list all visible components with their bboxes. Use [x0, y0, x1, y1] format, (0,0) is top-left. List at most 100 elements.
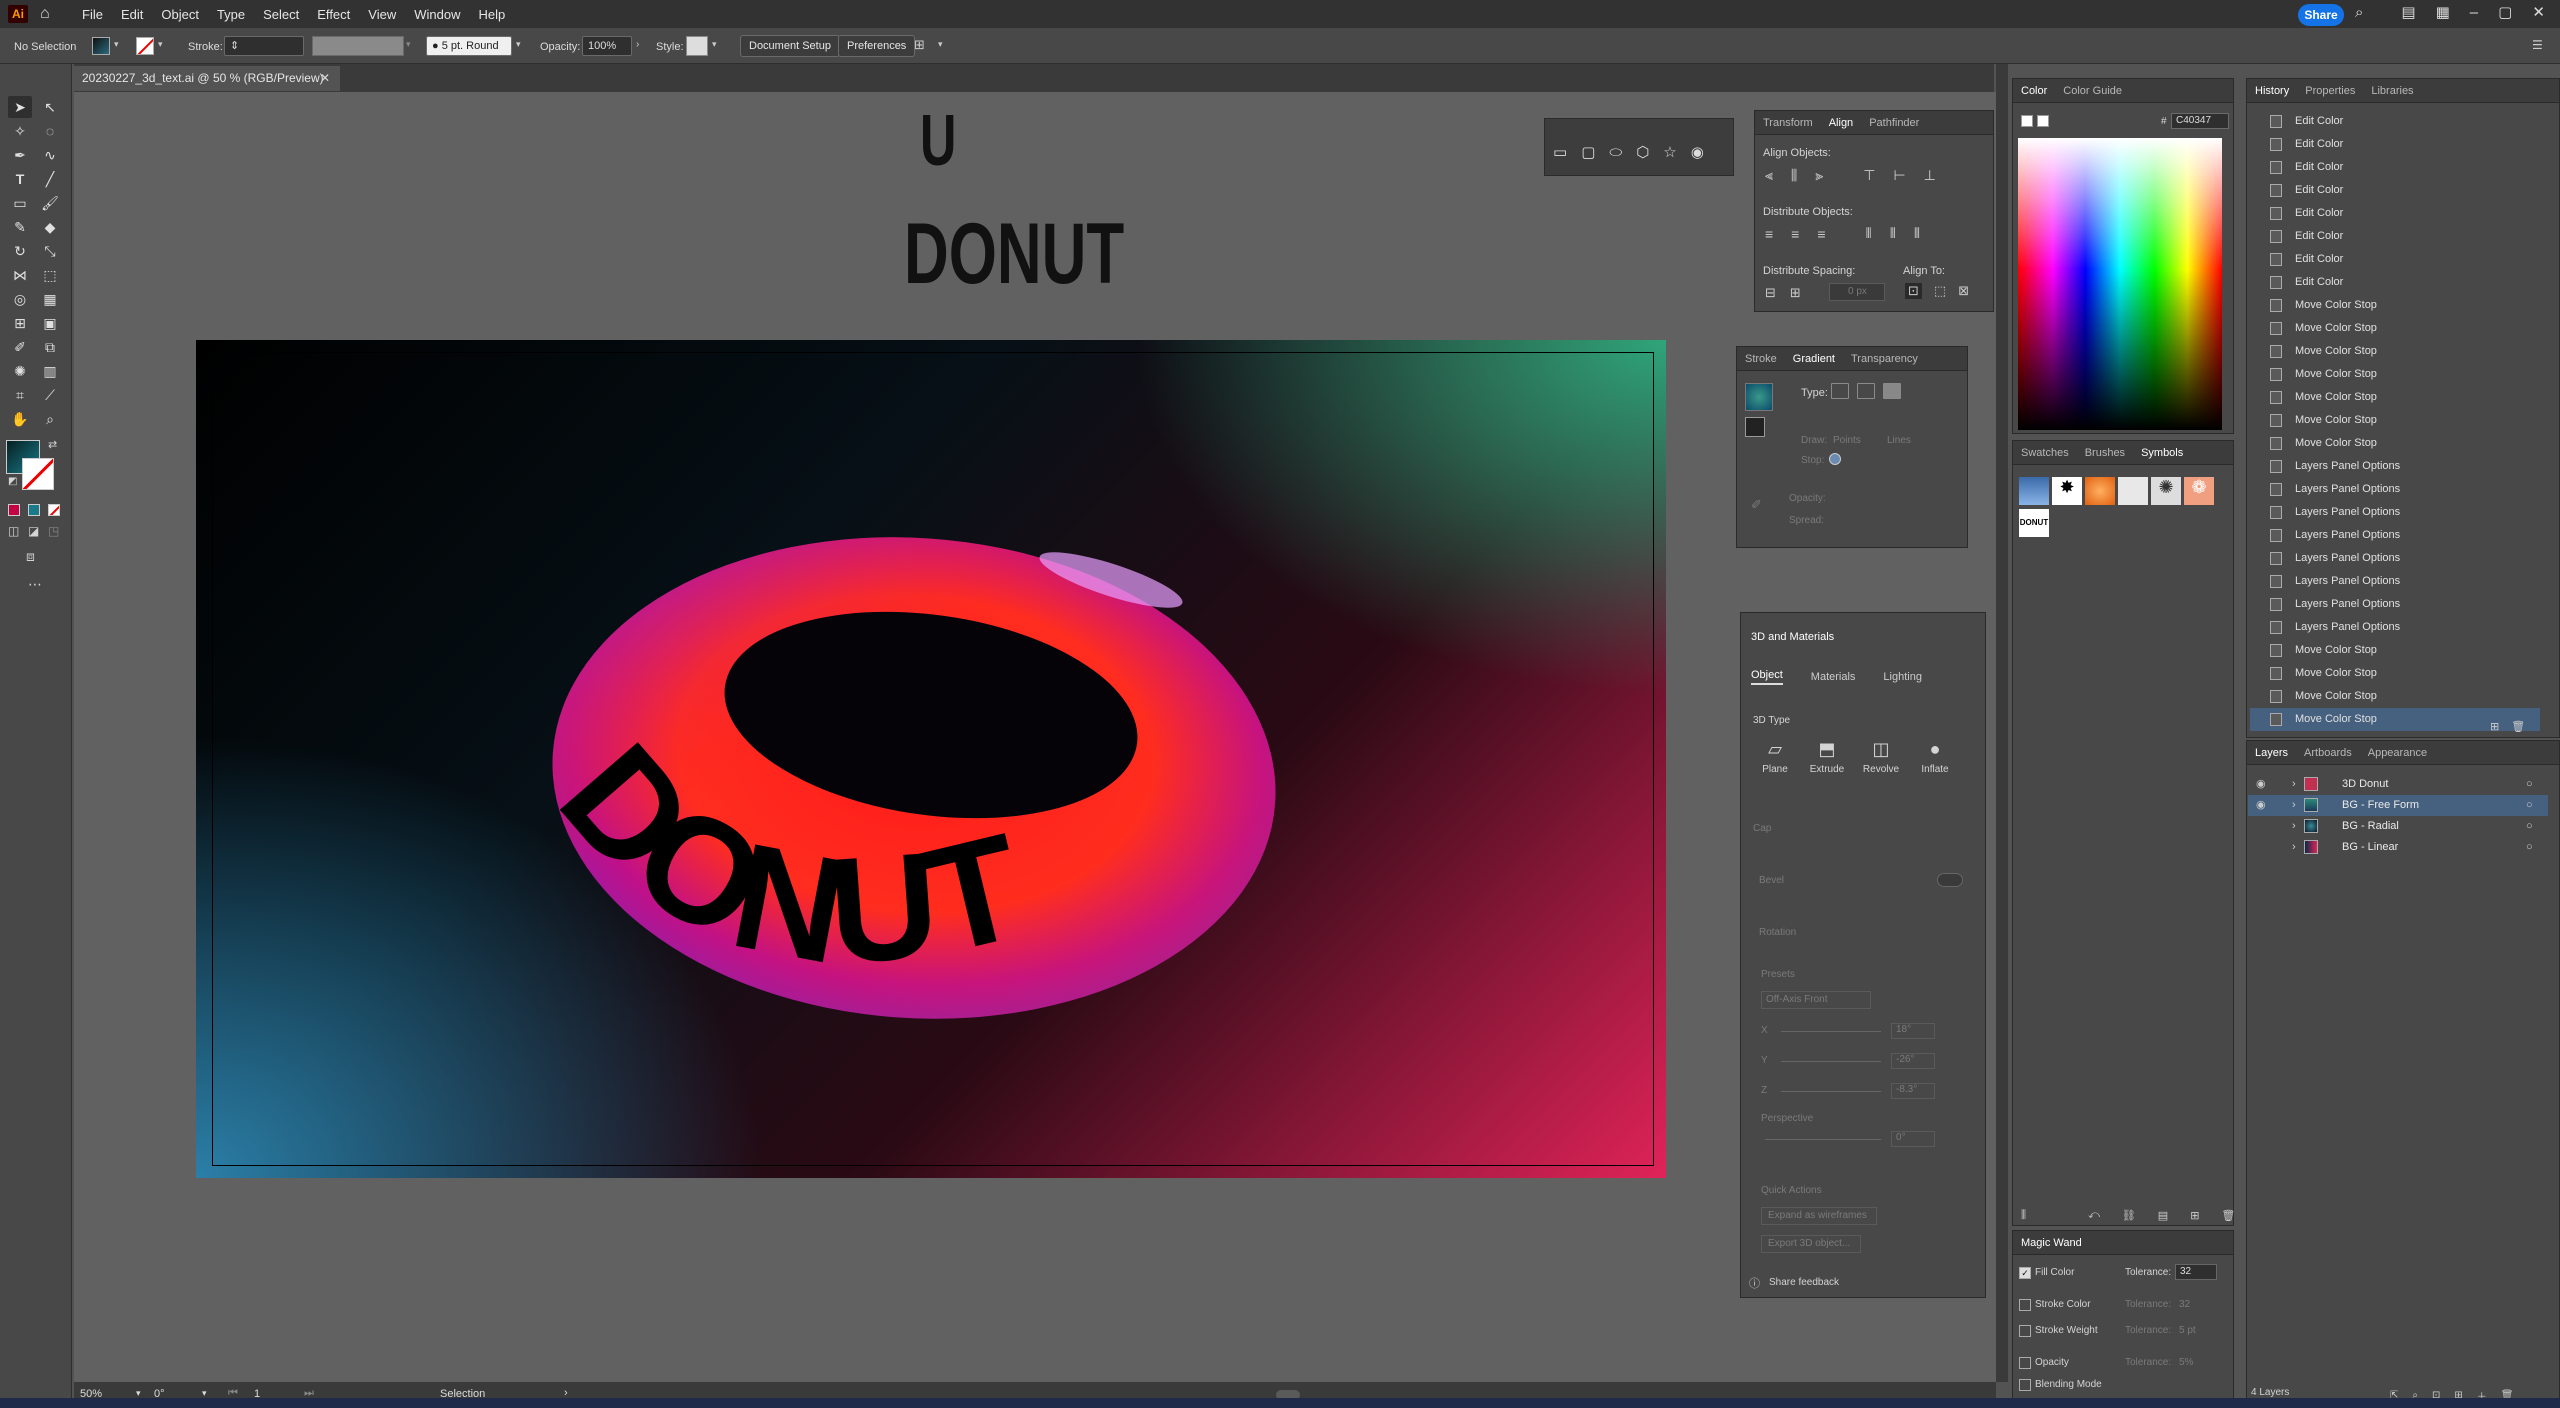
chevron-down-icon[interactable]: ▾ — [712, 39, 717, 50]
history-item[interactable]: Move Color Stop — [2250, 409, 2540, 432]
menu-window[interactable]: Window — [414, 7, 460, 22]
brush-definition[interactable]: ● 5 pt. Round — [426, 36, 512, 56]
align-left-icon[interactable]: ⫷ — [1765, 167, 1773, 184]
tab-materials[interactable]: Materials — [1811, 671, 1856, 683]
shape-builder-tool-icon[interactable]: ◎ — [8, 288, 32, 310]
flare-icon[interactable]: ◉ — [1691, 143, 1704, 161]
new-symbol-icon[interactable]: ⊞ — [2190, 1209, 2199, 1222]
chevron-right-icon[interactable]: › — [2292, 837, 2296, 858]
chevron-down-icon[interactable]: ▾ — [938, 39, 943, 50]
align-to-artboard-icon[interactable]: ⊠ — [1958, 283, 1969, 299]
home-icon[interactable]: ⌂ — [40, 5, 50, 23]
scale-tool-icon[interactable]: ⤡ — [38, 240, 62, 262]
symbol-gear[interactable]: ✺ — [2151, 477, 2181, 505]
canvas-title-donut[interactable]: DONUT — [904, 205, 1124, 304]
history-item[interactable]: Move Color Stop — [2250, 340, 2540, 363]
history-item[interactable]: Move Color Stop — [2250, 317, 2540, 340]
eraser-tool-icon[interactable]: ◆ — [38, 216, 62, 238]
tab-color[interactable]: Color — [2021, 85, 2047, 97]
rotate-x-field[interactable]: 18° — [1891, 1023, 1935, 1039]
layer-row[interactable]: › BG - Linear ○ — [2248, 837, 2548, 858]
selection-tool-icon[interactable]: ➤ — [8, 96, 32, 118]
history-item[interactable]: Move Color Stop — [2250, 363, 2540, 386]
tab-artboards[interactable]: Artboards — [2304, 747, 2352, 759]
share-feedback-link[interactable]: Share feedback — [1769, 1277, 1839, 1288]
document-setup-button[interactable]: Document Setup — [740, 35, 840, 57]
delete-history-icon[interactable]: 🗑 — [2511, 720, 2525, 733]
chevron-down-icon[interactable]: ▾ — [516, 39, 521, 50]
history-item[interactable]: Move Color Stop — [2250, 662, 2540, 685]
align-bottom-icon[interactable]: ⊥ — [1924, 167, 1936, 184]
preferences-button[interactable]: Preferences — [838, 35, 916, 57]
symbol-options-icon[interactable]: ▤ — [2158, 1209, 2168, 1222]
align-to-selection-icon[interactable]: ⬚ — [1934, 283, 1946, 299]
arrange-icon[interactable]: ▦ — [2436, 3, 2450, 21]
export-3d-button[interactable]: Export 3D object... — [1761, 1235, 1861, 1253]
chevron-right-icon[interactable]: › — [2292, 774, 2296, 795]
document-tab[interactable]: 20230227_3d_text.ai @ 50 % (RGB/Preview)… — [74, 66, 340, 91]
search-icon[interactable]: ⌕ — [2355, 4, 2363, 21]
history-item[interactable]: Layers Panel Options — [2250, 455, 2540, 478]
slice-tool-icon[interactable]: ⟋ — [38, 384, 62, 406]
rotate-x-slider[interactable] — [1781, 1031, 1881, 1032]
extrude-option[interactable]: ⬒ Extrude — [1807, 739, 1847, 775]
rounded-rectangle-icon[interactable]: ▢ — [1581, 143, 1595, 161]
fill-color-checkbox[interactable]: ✓ — [2019, 1267, 2031, 1279]
screen-mode-icon[interactable]: ⧈ — [26, 548, 35, 565]
history-item[interactable]: Layers Panel Options — [2250, 547, 2540, 570]
curvature-tool-icon[interactable]: ∿ — [38, 144, 62, 166]
menu-view[interactable]: View — [368, 7, 396, 22]
distribute-h-space-icon[interactable]: ⊞ — [1790, 285, 1801, 301]
target-icon[interactable]: ○ — [2526, 774, 2533, 795]
stroke-indicator[interactable] — [2037, 115, 2049, 127]
rotate-tool-icon[interactable]: ↻ — [8, 240, 32, 262]
eyedropper-icon[interactable]: ✐ — [1751, 497, 1762, 513]
fill-tolerance-field[interactable]: 32 — [2175, 1264, 2217, 1280]
history-item[interactable]: Move Color Stop — [2250, 639, 2540, 662]
align-vcenter-icon[interactable]: ⊢ — [1893, 167, 1905, 184]
artboard[interactable]: DONUT — [196, 340, 1666, 1178]
maximize-icon[interactable]: ▢ — [2498, 3, 2512, 21]
align-right-icon[interactable]: ⫸ — [1815, 167, 1823, 184]
symbol-banner[interactable] — [2019, 477, 2049, 505]
layer-row[interactable]: ◉ › 3D Donut ○ — [2248, 774, 2548, 795]
gradient-fill-stroke-icon[interactable] — [1745, 417, 1765, 437]
stroke-swatch[interactable] — [136, 37, 154, 55]
opacity-field[interactable]: 100% — [582, 36, 632, 56]
history-item[interactable]: Move Color Stop — [2250, 386, 2540, 409]
default-colors-icon[interactable]: ◩ — [8, 476, 17, 487]
symbol-library-icon[interactable]: ⫼ — [2021, 1209, 2026, 1222]
weight-tolerance-field[interactable]: 5 pt — [2179, 1325, 2196, 1336]
hand-tool-icon[interactable]: ✋ — [8, 408, 32, 430]
rotate-z-field[interactable]: -8.3° — [1891, 1083, 1935, 1099]
tab-properties[interactable]: Properties — [2305, 85, 2355, 97]
history-item[interactable]: Edit Color — [2250, 110, 2540, 133]
history-item[interactable]: Edit Color — [2250, 156, 2540, 179]
stroke-weight-field[interactable]: ⇕ — [224, 36, 304, 56]
expand-wireframes-button[interactable]: Expand as wireframes — [1761, 1207, 1877, 1225]
draw-points-option[interactable]: Points — [1833, 435, 1861, 446]
spacing-field[interactable]: 0 px — [1829, 283, 1885, 301]
tab-object[interactable]: Object — [1751, 669, 1783, 685]
opacity-tolerance-field[interactable]: 5% — [2179, 1357, 2193, 1368]
direct-selection-tool-icon[interactable]: ↖ — [38, 96, 62, 118]
rotate-y-field[interactable]: -26° — [1891, 1053, 1935, 1069]
line-tool-icon[interactable]: ╱ — [38, 168, 62, 190]
symbol-corner[interactable] — [2118, 477, 2148, 505]
swap-colors-icon[interactable]: ⇄ — [48, 438, 57, 451]
distribute-bottom-icon[interactable]: ≡ — [1817, 226, 1825, 242]
ellipse-icon[interactable]: ⬭ — [1609, 144, 1622, 161]
canvas-title-u[interactable]: U — [920, 100, 956, 182]
history-item[interactable]: Move Color Stop — [2250, 432, 2540, 455]
menu-object[interactable]: Object — [161, 7, 199, 22]
close-icon[interactable]: ✕ — [2532, 3, 2545, 21]
zoom-tool-icon[interactable]: ⌕ — [38, 408, 62, 430]
history-item[interactable]: Move Color Stop — [2250, 685, 2540, 708]
symbol-flower[interactable]: ❁ — [2184, 477, 2214, 505]
draw-mode-icon[interactable]: ◫ — [8, 524, 19, 538]
menu-type[interactable]: Type — [217, 7, 245, 22]
variable-width-field[interactable] — [312, 36, 404, 56]
blend-tool-icon[interactable]: ⧉ — [38, 336, 62, 358]
eyedropper-tool-icon[interactable]: ✐ — [8, 336, 32, 358]
tab-symbols[interactable]: Symbols — [2141, 447, 2183, 459]
